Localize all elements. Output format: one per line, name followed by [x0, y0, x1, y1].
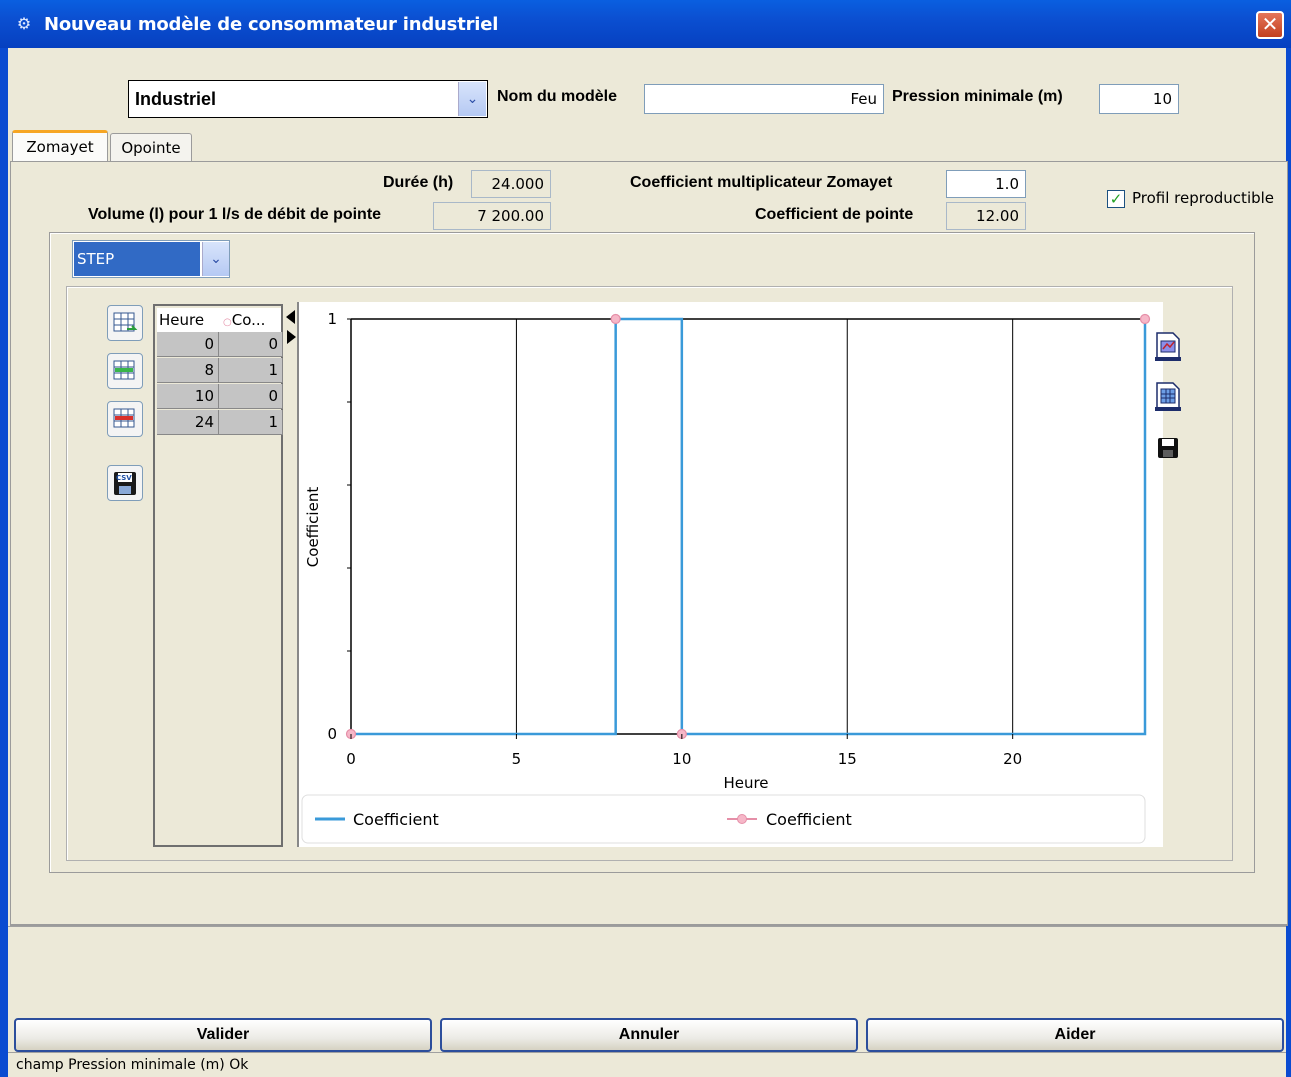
min-pressure-input[interactable]: 10	[1099, 84, 1179, 114]
model-name-input[interactable]: Feu	[644, 84, 884, 114]
marker-icon: ○	[223, 317, 232, 328]
table-cell[interactable]: 0	[219, 332, 283, 357]
table-row[interactable]: 8 1	[157, 358, 283, 384]
data-table[interactable]: Heure ○Co... 0 0 8 1 10 0 24 1	[153, 304, 283, 847]
export-image-icon[interactable]	[1151, 329, 1185, 363]
multiplier-label: Coefficient multiplicateur Zomayet	[630, 174, 893, 191]
volume-label: Volume (l) pour 1 l/s de débit de pointe	[88, 206, 382, 223]
window-title: Nouveau modèle de consommateur industrie…	[44, 14, 499, 35]
chevron-down-icon[interactable]: ⌄	[458, 82, 486, 116]
model-name-label: Nom du modèle	[497, 88, 618, 105]
status-bar: champ Pression minimale (m) Ok	[8, 1052, 1286, 1077]
reproducible-checkbox[interactable]: ✓	[1107, 190, 1125, 208]
x-tick-label: 0	[346, 750, 356, 768]
app-icon: ⚙	[16, 14, 32, 33]
duration-value: 24.000	[471, 170, 551, 198]
table-cell[interactable]: 8	[157, 358, 219, 383]
expand-right-icon[interactable]	[287, 330, 296, 344]
table-cell[interactable]: 10	[157, 384, 219, 409]
table-header-coef-label: Co...	[231, 311, 266, 329]
coefficient-chart[interactable]: 0 5 10 15 20 0 1 Heure Coefficient Coefficient…	[297, 302, 1163, 847]
step-series-line	[351, 317, 1147, 736]
curve-type-value: STEP	[74, 242, 200, 276]
data-point	[1139, 313, 1151, 325]
help-button[interactable]: Aider	[866, 1018, 1284, 1052]
x-axis-label: Heure	[723, 774, 768, 792]
table-row[interactable]: 0 0	[157, 332, 283, 358]
collapse-left-icon[interactable]	[286, 310, 295, 324]
legend-label-marker: Coefficient	[766, 810, 852, 829]
tab-zomayet[interactable]: Zomayet	[12, 130, 108, 162]
table-row[interactable]: 24 1	[157, 410, 283, 436]
window-frame-left	[0, 48, 8, 1077]
peak-coef-label: Coefficient de pointe	[755, 206, 914, 223]
table-row[interactable]: 10 0	[157, 384, 283, 410]
csv-save-icon[interactable]: CSV	[107, 465, 143, 501]
y-axis-label: Coefficient	[304, 487, 322, 568]
divider	[8, 926, 1286, 927]
type-select-value: Industriel	[135, 89, 217, 109]
y-tick-label: 0	[327, 725, 337, 743]
delete-row-icon[interactable]	[107, 401, 143, 437]
type-select[interactable]: Industriel	[128, 80, 488, 118]
y-tick-label: 1	[327, 310, 337, 328]
svg-text:CSV: CSV	[116, 474, 132, 482]
insert-row-icon[interactable]	[107, 353, 143, 389]
volume-value: 7 200.00	[433, 202, 551, 230]
table-header-coef[interactable]: ○Co...	[221, 308, 281, 332]
duration-label: Durée (h)	[383, 174, 454, 191]
export-data-icon[interactable]	[1151, 379, 1185, 413]
cancel-button[interactable]: Annuler	[440, 1018, 858, 1052]
reproducible-label: Profil reproductible	[1132, 189, 1275, 207]
table-cell[interactable]: 1	[219, 410, 283, 435]
x-tick-label: 20	[1003, 750, 1022, 768]
x-tick-label: 10	[672, 750, 691, 768]
legend-label-line: Coefficient	[353, 810, 439, 829]
table-header-heure[interactable]: Heure	[157, 308, 221, 332]
peak-coef-value: 12.00	[946, 202, 1026, 230]
tab-opointe[interactable]: Opointe	[110, 133, 192, 161]
table-cell[interactable]: 24	[157, 410, 219, 435]
validate-button[interactable]: Valider	[14, 1018, 432, 1052]
chevron-down-icon[interactable]: ⌄	[202, 242, 229, 276]
data-point	[610, 313, 621, 325]
table-cell[interactable]: 1	[219, 358, 283, 383]
save-icon[interactable]	[1157, 437, 1179, 459]
close-button[interactable]: ✕	[1256, 11, 1284, 39]
x-tick-label: 15	[838, 750, 857, 768]
table-cell[interactable]: 0	[157, 332, 219, 357]
table-cell[interactable]: 0	[219, 384, 283, 409]
legend-marker-icon	[737, 814, 747, 824]
add-row-icon[interactable]	[107, 305, 143, 341]
x-tick-label: 5	[512, 750, 522, 768]
min-pressure-label: Pression minimale (m)	[892, 88, 1063, 105]
multiplier-input[interactable]: 1.0	[946, 170, 1026, 198]
